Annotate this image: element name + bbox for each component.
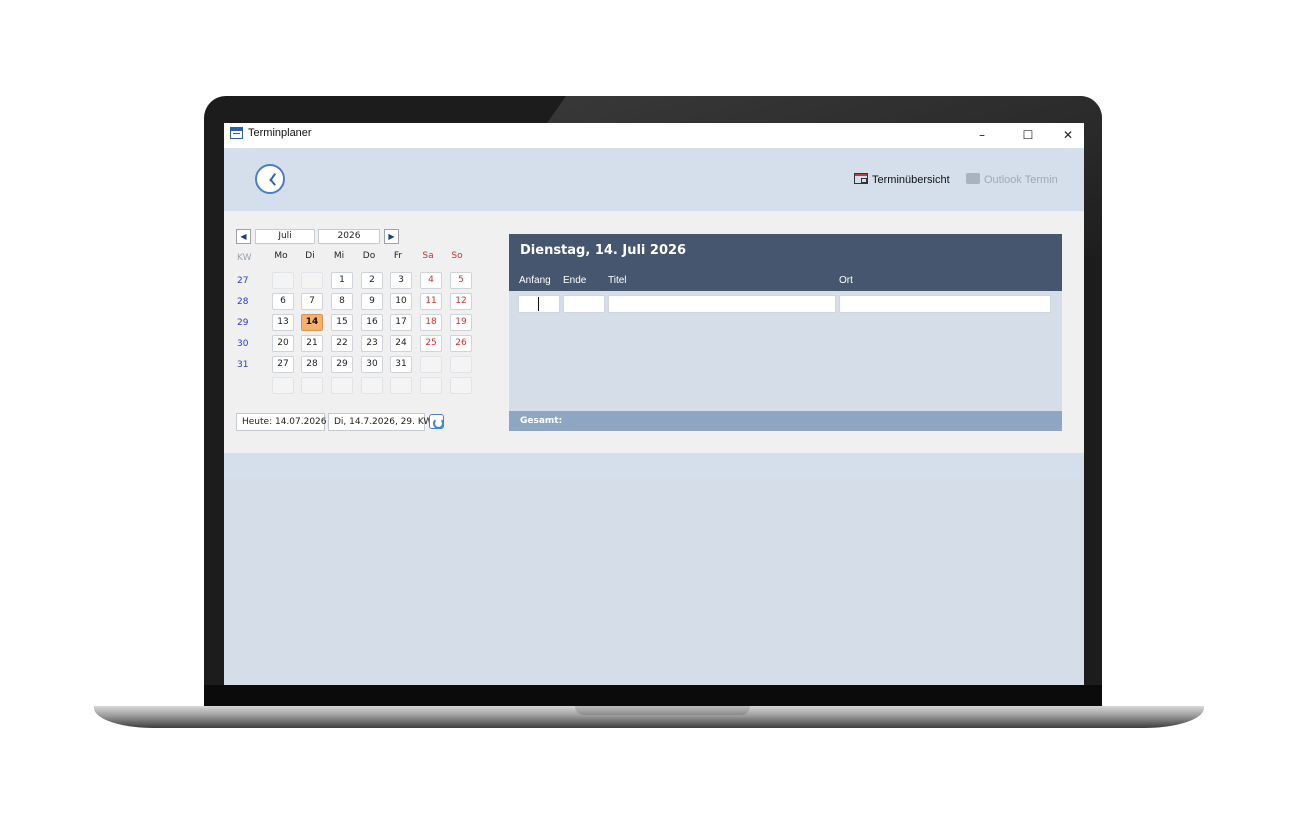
day-cell[interactable]: 30 xyxy=(361,356,383,373)
day-title: Dienstag, 14. Juli 2026 xyxy=(520,243,687,258)
day-cell[interactable]: 10 xyxy=(390,293,412,310)
day-cell[interactable]: 4 xyxy=(420,272,442,289)
outlook-termin-label: Outlook Termin xyxy=(984,174,1058,186)
day-cell[interactable]: 26 xyxy=(450,335,472,352)
clock-icon xyxy=(255,164,285,194)
day-cell[interactable]: 20 xyxy=(272,335,294,352)
app-window: Terminplaner – ☐ ✕ Terminübersicht Outlo… xyxy=(224,123,1084,685)
day-cell[interactable]: 18 xyxy=(420,314,442,331)
day-cell[interactable]: 5 xyxy=(450,272,472,289)
day-cell xyxy=(272,377,294,394)
ort-input[interactable] xyxy=(839,295,1051,313)
text-caret xyxy=(538,297,539,311)
kw-number: 31 xyxy=(237,360,249,370)
kw-number: 27 xyxy=(237,276,249,286)
weekday-fr: Fr xyxy=(393,251,403,261)
laptop-base-notch xyxy=(575,706,750,715)
day-cell[interactable]: 8 xyxy=(331,293,353,310)
column-titel: Titel xyxy=(608,275,627,286)
header-band: Terminübersicht Outlook Termin xyxy=(224,148,1084,211)
day-cell xyxy=(331,377,353,394)
day-cell[interactable]: 22 xyxy=(331,335,353,352)
laptop-bezel xyxy=(204,685,1102,708)
minimize-button[interactable]: – xyxy=(962,124,1002,146)
day-cell xyxy=(450,377,472,394)
selected-date-field: Di, 14.7.2026, 29. KW xyxy=(328,413,432,431)
day-cell[interactable]: 12 xyxy=(450,293,472,310)
day-cell[interactable]: 15 xyxy=(331,314,353,331)
window-title: Terminplaner xyxy=(248,127,312,139)
day-cell xyxy=(361,377,383,394)
day-cell[interactable]: 17 xyxy=(390,314,412,331)
kw-number: 28 xyxy=(237,297,249,307)
title-bar: Terminplaner – ☐ ✕ xyxy=(224,123,1084,148)
footer-band xyxy=(224,453,1084,477)
day-cell xyxy=(272,272,294,289)
terminuebersicht-button[interactable]: Terminübersicht xyxy=(854,173,950,186)
day-cell[interactable]: 23 xyxy=(361,335,383,352)
day-cell xyxy=(450,356,472,373)
prev-month-button[interactable]: ◀ xyxy=(236,229,251,244)
today-button[interactable]: Heute: 14.07.2026 xyxy=(236,413,327,431)
titel-input[interactable] xyxy=(608,295,836,313)
day-cell[interactable]: 9 xyxy=(361,293,383,310)
weekday-mi: Mi xyxy=(333,251,345,261)
outlook-icon xyxy=(966,173,980,184)
day-cell[interactable]: 3 xyxy=(390,272,412,289)
calendar-overview-icon xyxy=(854,173,868,184)
day-cell[interactable]: 16 xyxy=(361,314,383,331)
close-button[interactable]: ✕ xyxy=(1048,124,1084,146)
day-cell[interactable]: 2 xyxy=(361,272,383,289)
column-ort: Ort xyxy=(839,275,853,286)
ende-input[interactable] xyxy=(563,295,605,313)
month-field[interactable]: Juli xyxy=(255,229,315,244)
column-ende: Ende xyxy=(563,275,587,286)
day-cell xyxy=(390,377,412,394)
weekday-do: Do xyxy=(362,251,376,261)
calendar-app-icon xyxy=(230,127,243,139)
day-cell[interactable]: 1 xyxy=(331,272,353,289)
day-cell xyxy=(420,377,442,394)
kw-number: 29 xyxy=(237,318,249,328)
day-cell[interactable]: 19 xyxy=(450,314,472,331)
day-cell xyxy=(301,272,323,289)
content-area: ◀ Juli 2026 ▶ KW Mo Di Mi Do Fr Sa So 27… xyxy=(224,211,1084,453)
year-field[interactable]: 2026 xyxy=(318,229,380,244)
day-cell[interactable]: 27 xyxy=(272,356,294,373)
day-cell[interactable]: 28 xyxy=(301,356,323,373)
day-cell[interactable]: 25 xyxy=(420,335,442,352)
column-anfang: Anfang xyxy=(519,275,551,286)
day-cell-selected[interactable]: 14 xyxy=(301,314,323,331)
refresh-icon[interactable] xyxy=(429,414,444,429)
weekday-di: Di xyxy=(305,251,315,261)
kw-number: 30 xyxy=(237,339,249,349)
total-label: Gesamt: xyxy=(520,416,563,426)
day-cell xyxy=(420,356,442,373)
day-cell[interactable]: 21 xyxy=(301,335,323,352)
outlook-termin-button[interactable]: Outlook Termin xyxy=(966,173,1058,186)
day-cell[interactable]: 29 xyxy=(331,356,353,373)
terminuebersicht-label: Terminübersicht xyxy=(872,174,950,186)
day-cell[interactable]: 13 xyxy=(272,314,294,331)
next-month-button[interactable]: ▶ xyxy=(384,229,399,244)
day-header: Dienstag, 14. Juli 2026 Anfang Ende Tite… xyxy=(509,234,1062,291)
weekday-mo: Mo xyxy=(274,251,288,261)
total-bar: Gesamt: xyxy=(509,411,1062,431)
maximize-button[interactable]: ☐ xyxy=(1008,124,1048,146)
weekday-so: So xyxy=(451,251,463,261)
day-cell[interactable]: 6 xyxy=(272,293,294,310)
day-cell xyxy=(301,377,323,394)
day-cell[interactable]: 7 xyxy=(301,293,323,310)
day-panel: Dienstag, 14. Juli 2026 Anfang Ende Tite… xyxy=(509,234,1062,431)
kw-header: KW xyxy=(237,253,252,263)
day-cell[interactable]: 31 xyxy=(390,356,412,373)
day-cell[interactable]: 11 xyxy=(420,293,442,310)
anfang-input[interactable] xyxy=(518,295,560,313)
weekday-sa: Sa xyxy=(422,251,434,261)
day-cell[interactable]: 24 xyxy=(390,335,412,352)
